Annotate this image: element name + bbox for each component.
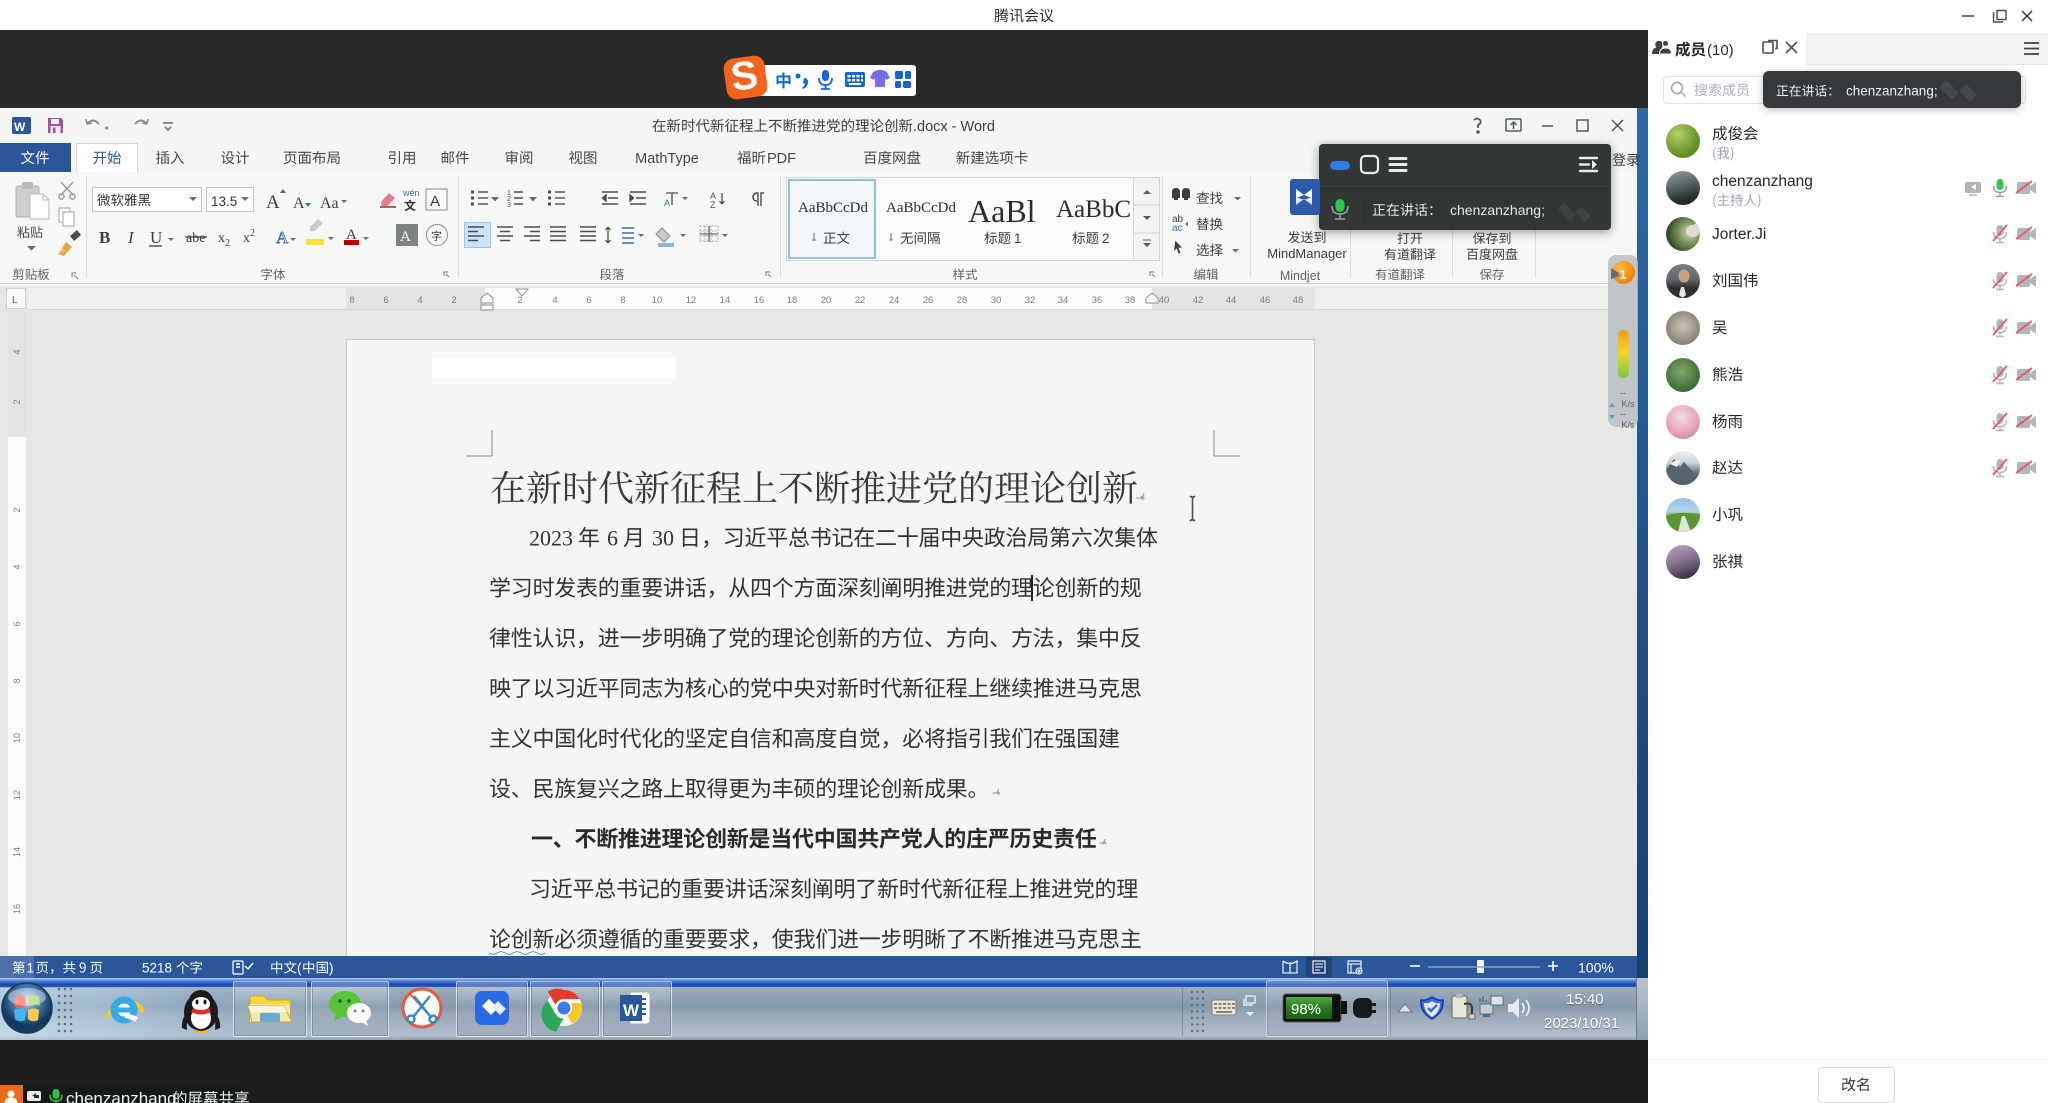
svg-text:2: 2 (12, 399, 22, 404)
svg-text:W: W (14, 120, 26, 134)
svg-text:36: 36 (1092, 295, 1103, 306)
svg-text:4: 4 (12, 564, 22, 569)
svg-text:18: 18 (787, 295, 798, 306)
svg-text:4: 4 (552, 295, 557, 306)
svg-text:8: 8 (620, 295, 625, 306)
svg-text:40: 40 (1159, 295, 1170, 306)
svg-text:3: 3 (507, 202, 511, 209)
svg-text:16: 16 (754, 295, 765, 306)
svg-text:chenzanzhang;: chenzanzhang; (1450, 202, 1545, 218)
svg-text:MindManager: MindManager (1267, 246, 1347, 261)
svg-text:AaBbCcDd: AaBbCcDd (798, 200, 868, 216)
svg-text:12: 12 (686, 295, 697, 306)
svg-text:30: 30 (652, 526, 674, 551)
svg-text:42: 42 (1193, 295, 1204, 306)
svg-text:abe: abe (186, 231, 205, 246)
svg-text:4: 4 (417, 295, 422, 306)
svg-text:2: 2 (1102, 231, 1110, 246)
svg-text:13.5: 13.5 (211, 194, 237, 209)
svg-text:chenzanzhang: chenzanzhang (1712, 173, 1813, 190)
svg-text:10: 10 (652, 295, 663, 306)
svg-text:98%: 98% (1291, 1001, 1321, 1018)
svg-text:2: 2 (12, 507, 22, 512)
svg-text:K/s: K/s (1621, 399, 1635, 409)
svg-text:34: 34 (1058, 295, 1069, 306)
svg-text:B: B (99, 228, 110, 247)
svg-text:.docx - Word: .docx - Word (913, 119, 995, 135)
svg-text:2: 2 (225, 238, 230, 249)
svg-text:AaBbC: AaBbC (1056, 196, 1131, 223)
svg-text:Jorter.Ji: Jorter.Ji (1712, 226, 1766, 243)
svg-text:10: 10 (12, 733, 22, 743)
svg-text:1: 1 (27, 961, 35, 976)
svg-text:1: 1 (1014, 231, 1022, 246)
svg-text:1: 1 (1619, 267, 1626, 282)
svg-text:5218: 5218 (142, 961, 172, 976)
svg-text:48: 48 (1293, 295, 1304, 306)
svg-text:ac: ac (1172, 223, 1183, 234)
svg-text:15:40: 15:40 (1566, 991, 1604, 1008)
svg-text:): ) (329, 961, 334, 976)
svg-text:(10): (10) (1707, 42, 1734, 59)
svg-text:28: 28 (957, 295, 968, 306)
svg-text:6: 6 (607, 526, 618, 551)
svg-text:26: 26 (923, 295, 934, 306)
svg-text:Aa: Aa (320, 195, 339, 212)
svg-text:x: x (218, 231, 225, 246)
svg-text:Z: Z (710, 200, 716, 210)
svg-text:2023: 2023 (529, 526, 573, 551)
svg-text:(: ( (297, 961, 302, 976)
svg-text:chenzanzhang: chenzanzhang (66, 1089, 177, 1103)
svg-text:A: A (400, 229, 411, 245)
svg-text:--: -- (1620, 388, 1626, 398)
svg-text:22: 22 (855, 295, 866, 306)
svg-text:14: 14 (12, 847, 22, 857)
svg-text:6: 6 (586, 295, 591, 306)
svg-text:wén: wén (402, 188, 420, 198)
svg-text:AaBbCcDd: AaBbCcDd (886, 200, 956, 216)
svg-text:2: 2 (517, 295, 522, 306)
svg-text:32: 32 (1025, 295, 1036, 306)
svg-text:A: A (276, 228, 289, 247)
svg-text:38: 38 (1125, 295, 1136, 306)
svg-text:A: A (266, 192, 280, 213)
svg-text:W: W (623, 1001, 640, 1020)
svg-text:12: 12 (12, 790, 22, 800)
svg-text:A: A (430, 193, 440, 210)
svg-text:PDF: PDF (767, 151, 796, 167)
svg-text:chenzanzhang;: chenzanzhang; (1846, 84, 1938, 99)
svg-text:46: 46 (1260, 295, 1271, 306)
svg-text:6: 6 (383, 295, 388, 306)
svg-text:30: 30 (991, 295, 1002, 306)
svg-text:8: 8 (12, 678, 22, 683)
svg-text:S: S (728, 53, 761, 100)
svg-text:20: 20 (821, 295, 832, 306)
svg-text:100%: 100% (1578, 960, 1614, 976)
svg-text:2023/10/31: 2023/10/31 (1544, 1015, 1619, 1032)
svg-text:2: 2 (451, 295, 456, 306)
svg-text:MathType: MathType (635, 151, 699, 167)
svg-text:I: I (127, 228, 135, 247)
svg-text:24: 24 (889, 295, 900, 306)
svg-text:x: x (243, 231, 250, 246)
svg-text:44: 44 (1226, 295, 1237, 306)
svg-text:8: 8 (349, 295, 354, 306)
svg-text:U: U (150, 228, 162, 247)
svg-text:AaBl: AaBl (968, 193, 1036, 229)
svg-text:K/s: K/s (1621, 420, 1635, 430)
svg-text:Mindjet: Mindjet (1280, 269, 1321, 283)
svg-text:16: 16 (12, 904, 22, 914)
svg-text:6: 6 (12, 621, 22, 626)
svg-text:A: A (664, 198, 670, 208)
svg-text:4: 4 (12, 349, 22, 354)
svg-text:L: L (12, 295, 18, 306)
svg-text:A: A (293, 195, 305, 212)
svg-text:2: 2 (250, 228, 255, 239)
svg-text:--: -- (1620, 409, 1626, 419)
svg-text:14: 14 (720, 295, 731, 306)
